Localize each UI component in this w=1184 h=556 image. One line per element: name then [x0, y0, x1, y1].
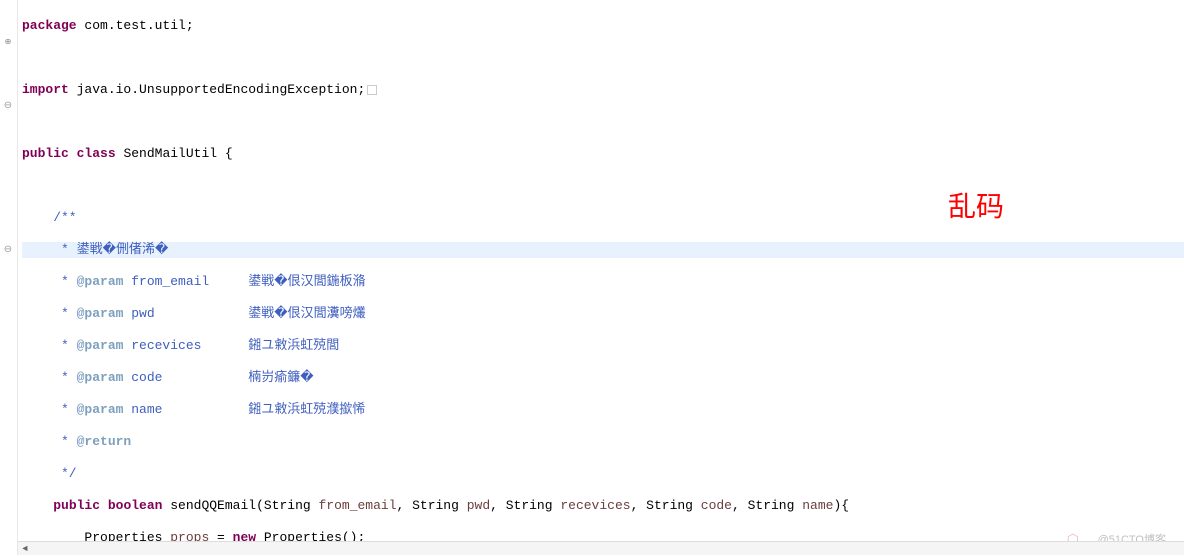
javadoc-tag: @param	[77, 274, 124, 289]
keyword: import	[22, 82, 69, 97]
editor-gutter: ⊕ ⊖ ⊖	[0, 0, 18, 555]
javadoc-tag: @param	[77, 306, 124, 321]
scroll-left-icon[interactable]: ◄	[18, 542, 32, 556]
javadoc-tag: @param	[77, 402, 124, 417]
javadoc-desc: 鎺ユ敹浜虹殑濮撳悕	[162, 402, 365, 417]
param: pwd	[467, 498, 490, 513]
javadoc-tag: @param	[77, 338, 124, 353]
keyword: package	[22, 18, 77, 33]
javadoc-tag: @param	[77, 370, 124, 385]
keyword: public	[53, 498, 100, 513]
param: code	[701, 498, 732, 513]
package-text: com.test.util;	[77, 18, 194, 33]
javadoc-param: from_email	[123, 274, 209, 289]
javadoc-param: name	[123, 402, 162, 417]
javadoc-param: recevices	[123, 338, 201, 353]
code-content[interactable]: package com.test.util; import java.io.Un…	[18, 0, 1184, 555]
param: from_email	[318, 498, 396, 513]
javadoc-desc: 鍙戦�侀偖浠�	[77, 242, 169, 257]
javadoc-desc: 鎺ユ敹浜虹殑閭	[201, 338, 339, 353]
javadoc-desc: 鍙戦�佷汉閭瀵嗙爜	[155, 306, 366, 321]
method-name: sendQQEmail(String	[162, 498, 318, 513]
keyword: public	[22, 146, 69, 161]
javadoc-param: pwd	[123, 306, 154, 321]
param: name	[802, 498, 833, 513]
fold-icon[interactable]: ⊖	[0, 98, 16, 114]
keyword: boolean	[108, 498, 163, 513]
import-collapse-icon[interactable]: ⊕	[0, 34, 16, 50]
collapse-indicator[interactable]	[367, 85, 377, 95]
javadoc-desc: 鍙戦�佷汉閭鍦板潃	[209, 274, 365, 289]
javadoc-start: /**	[22, 210, 77, 225]
import-text: java.io.UnsupportedEncodingException;	[69, 82, 365, 97]
javadoc-tag: @return	[77, 434, 132, 449]
horizontal-scrollbar[interactable]: ◄	[18, 541, 1184, 555]
param: recevices	[560, 498, 630, 513]
javadoc-end: */	[22, 466, 77, 481]
javadoc-desc: 楠岃瘉鐮�	[162, 370, 313, 385]
code-editor: ⊕ ⊖ ⊖ package com.test.util; import java…	[0, 0, 1184, 555]
class-name: SendMailUtil {	[116, 146, 233, 161]
fold-icon[interactable]: ⊖	[0, 242, 16, 258]
javadoc-line: *	[22, 242, 77, 257]
keyword: class	[77, 146, 116, 161]
javadoc-param: code	[123, 370, 162, 385]
